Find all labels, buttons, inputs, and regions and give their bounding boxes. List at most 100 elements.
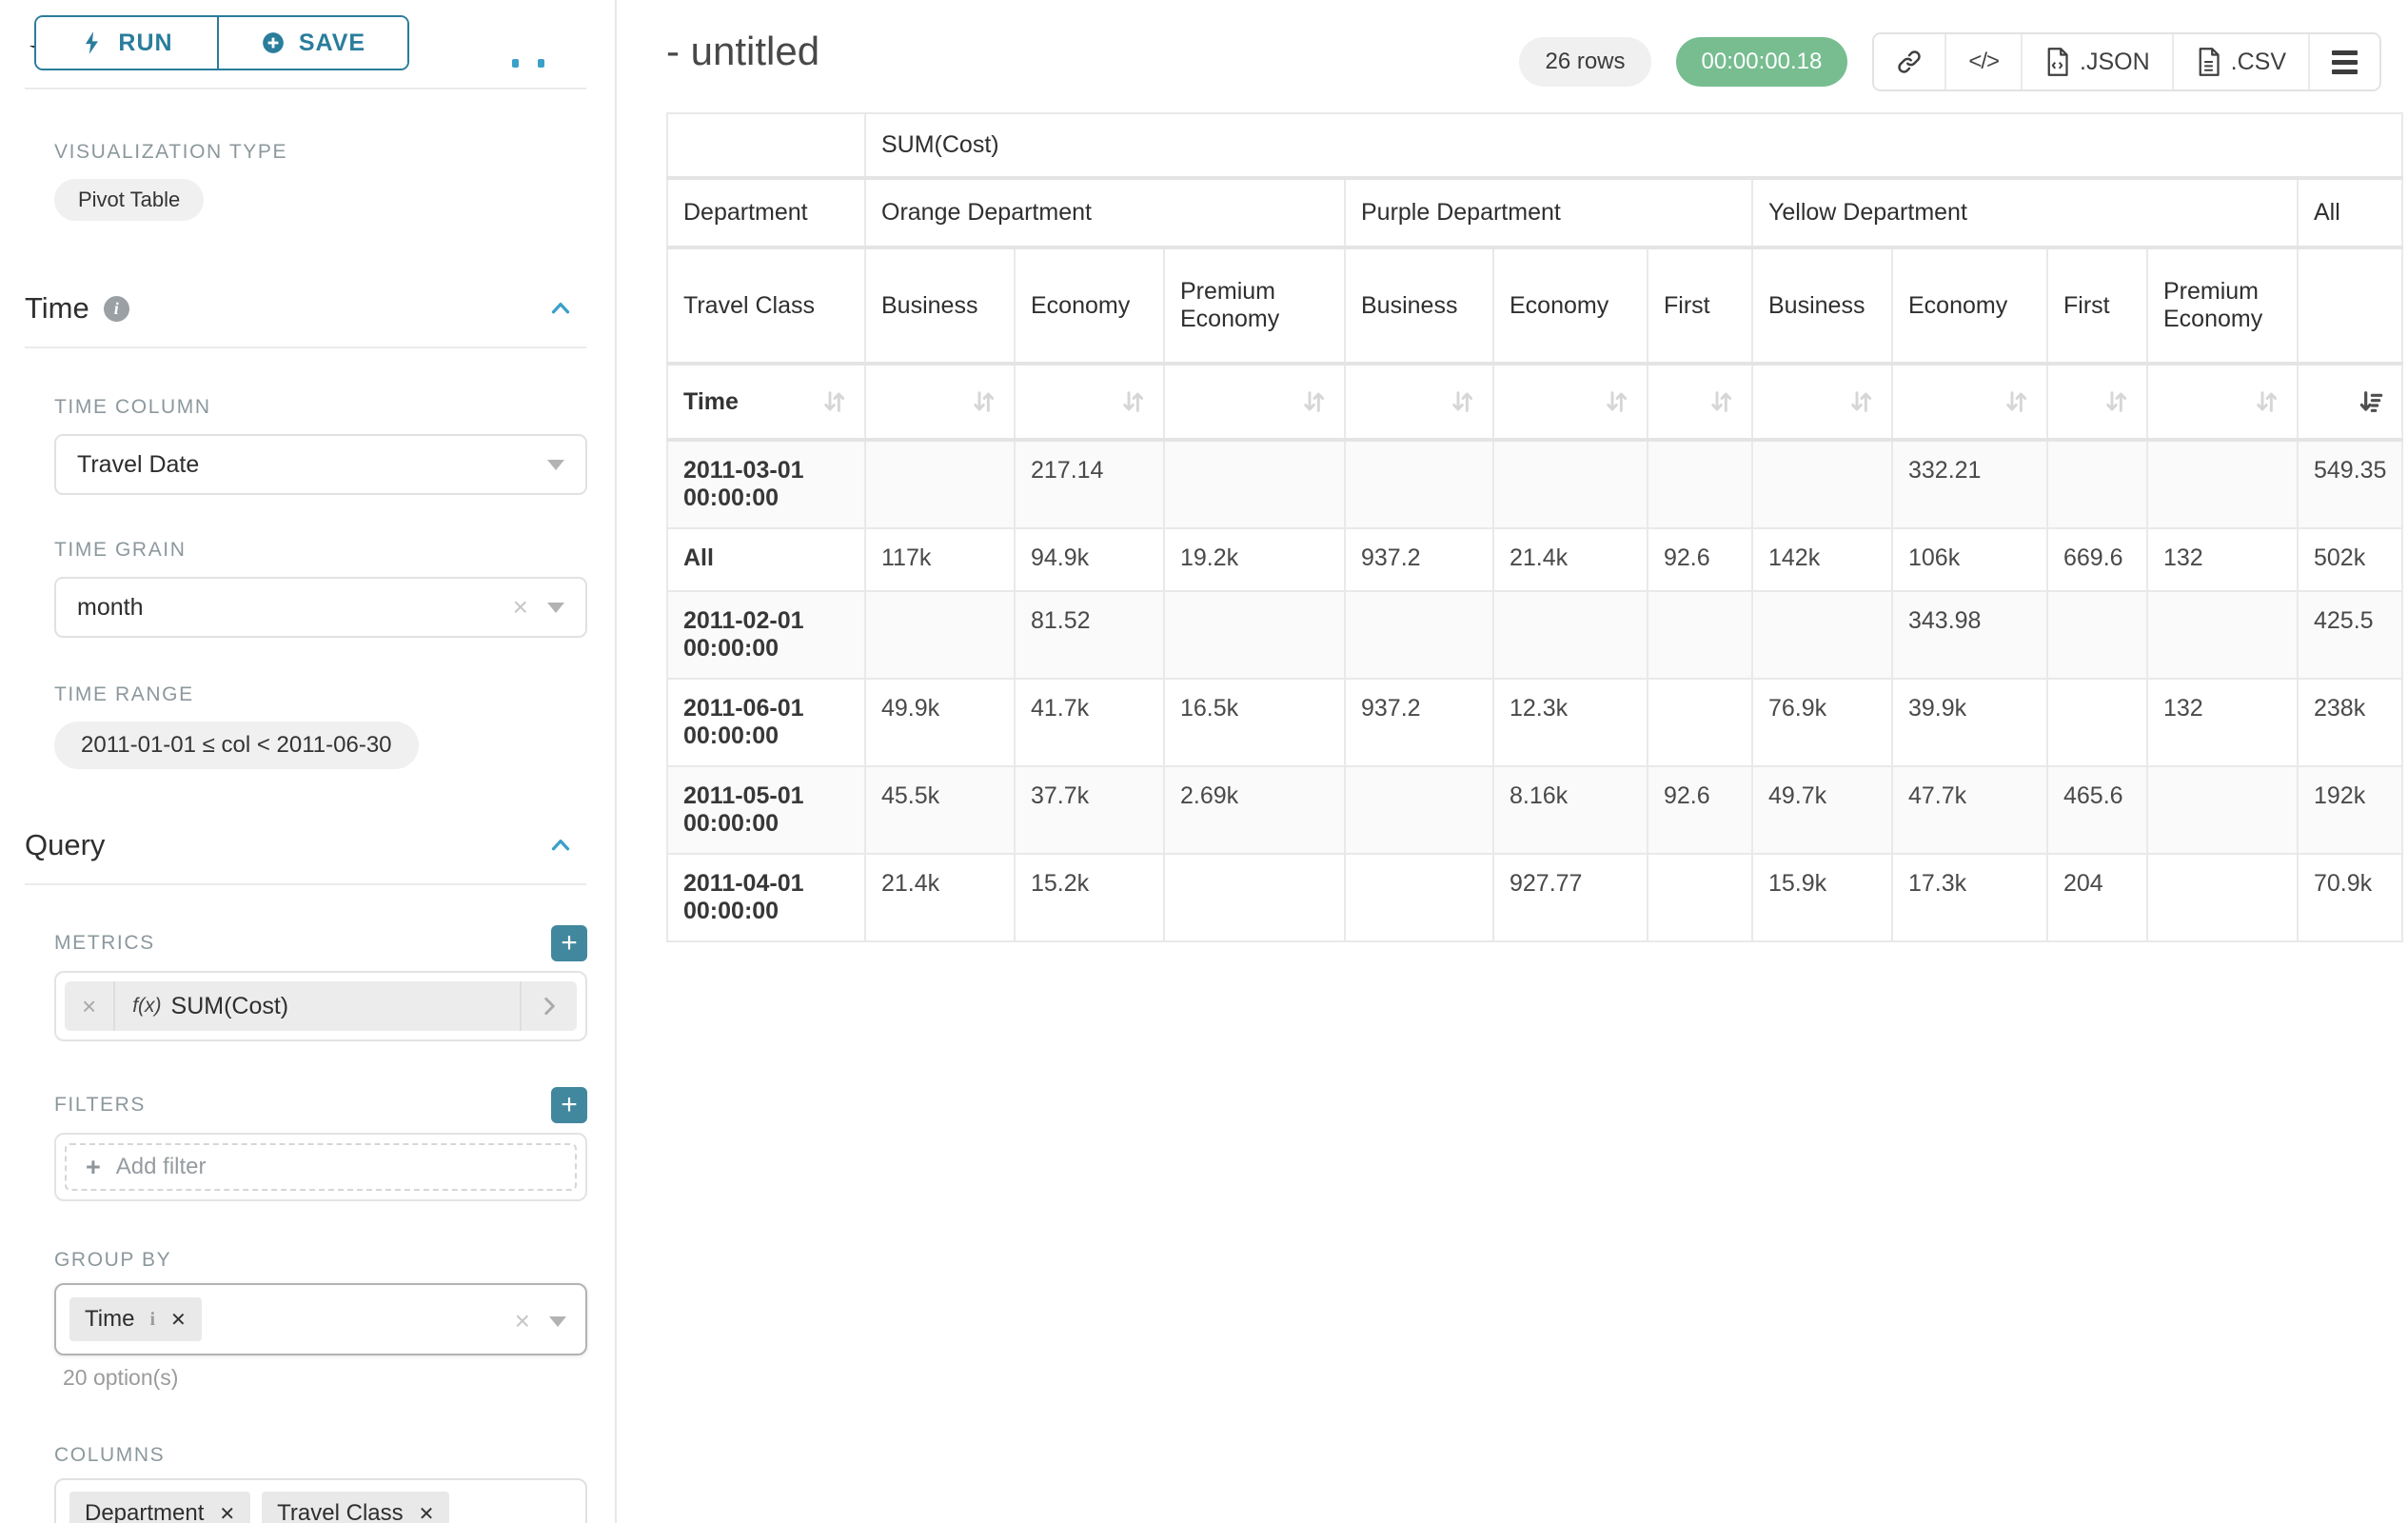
remove-chip-icon[interactable]: ✕ <box>419 1502 435 1523</box>
sort-desc-active-icon <box>2356 386 2386 417</box>
pivot-value-cell: 49.7k <box>1752 766 1892 854</box>
group-by-chip[interactable]: Timei✕ <box>69 1297 202 1341</box>
time-section-title: Time <box>25 291 89 326</box>
sort-column-header[interactable] <box>865 364 1015 440</box>
csv-file-icon <box>2196 48 2221 76</box>
filters-label: FILTERS <box>54 1094 146 1117</box>
control-panel-sidebar: Chart Type RUN SAVE VISUALIZATION TYPE P… <box>0 0 617 1523</box>
time-range-pill[interactable]: 2011-01-01 ≤ col < 2011-06-30 <box>54 722 419 769</box>
group-by-select[interactable]: Timei✕ × <box>54 1283 587 1355</box>
pivot-value-cell: 41.7k <box>1015 679 1164 766</box>
pivot-row-label: 2011-02-01 00:00:00 <box>667 591 865 679</box>
sort-column-header[interactable] <box>1345 364 1493 440</box>
department-group-header: Purple Department <box>1345 178 1752 247</box>
travel-class-header <box>2298 247 2402 364</box>
lightning-icon <box>80 30 105 55</box>
travel-class-header: Economy <box>1493 247 1648 364</box>
pivot-value-cell: 502k <box>2298 528 2402 591</box>
pivot-row: 2011-02-01 00:00:0081.52343.98425.5 <box>667 591 2402 679</box>
sort-column-header[interactable] <box>2047 364 2147 440</box>
remove-chip-icon[interactable]: ✕ <box>219 1502 235 1523</box>
sort-column-header[interactable] <box>1493 364 1648 440</box>
collapse-chevron-icon[interactable] <box>546 831 575 860</box>
pivot-value-cell: 47.7k <box>1892 766 2047 854</box>
pivot-value-cell <box>2047 591 2147 679</box>
remove-metric-icon[interactable]: × <box>65 981 115 1031</box>
add-filter-plus-button[interactable]: + <box>551 1087 587 1123</box>
time-sort-header-cell[interactable]: Time <box>667 364 865 440</box>
visualization-type-pill[interactable]: Pivot Table <box>54 179 204 221</box>
pivot-row-label: 2011-03-01 00:00:00 <box>667 440 865 528</box>
export-json-button[interactable]: .JSON <box>2021 34 2172 89</box>
chevron-down-icon <box>549 1316 566 1327</box>
sort-column-header-active[interactable] <box>2298 364 2402 440</box>
columns-chip[interactable]: Department✕ <box>69 1492 250 1523</box>
chevron-down-icon <box>547 460 564 470</box>
time-section-header[interactable]: Time i <box>25 291 586 326</box>
query-section-header[interactable]: Query <box>25 828 586 862</box>
pivot-value-cell: 132 <box>2147 528 2298 591</box>
pivot-value-cell: 549.35 <box>2298 440 2402 528</box>
pivot-value-cell: 15.2k <box>1015 854 1164 941</box>
pivot-value-cell <box>1752 591 1892 679</box>
columns-chip-label: Travel Class <box>277 1500 403 1523</box>
run-button[interactable]: RUN <box>36 17 217 69</box>
pivot-value-cell: 70.9k <box>2298 854 2402 941</box>
pivot-table: SUM(Cost)DepartmentOrange DepartmentPurp… <box>666 112 2403 942</box>
sort-column-header[interactable] <box>1752 364 1892 440</box>
add-filter-label: Add filter <box>116 1154 207 1180</box>
pivot-corner-cell <box>667 113 865 178</box>
info-icon: i <box>149 1309 155 1331</box>
pivot-value-cell <box>2047 679 2147 766</box>
link-icon <box>1896 49 1923 75</box>
pivot-row: All117k94.9k19.2k937.221.4k92.6142k106k6… <box>667 528 2402 591</box>
travel-class-header: Economy <box>1892 247 2047 364</box>
pivot-row: 2011-04-01 00:00:0021.4k15.2k927.7715.9k… <box>667 854 2402 941</box>
query-section-title: Query <box>25 828 105 862</box>
code-icon: </> <box>1968 49 1999 75</box>
export-csv-button[interactable]: .CSV <box>2172 34 2308 89</box>
pivot-value-cell: 238k <box>2298 679 2402 766</box>
clear-icon[interactable]: × <box>515 1308 530 1335</box>
sort-column-header[interactable] <box>2147 364 2298 440</box>
pivot-value-cell: 2.69k <box>1164 766 1345 854</box>
metric-label: SUM(Cost) <box>171 993 289 1020</box>
sort-column-header[interactable] <box>1015 364 1164 440</box>
time-column-select[interactable]: Travel Date <box>54 434 587 495</box>
pivot-value-cell: 45.5k <box>865 766 1015 854</box>
collapse-chevron-icon[interactable] <box>546 294 575 323</box>
columns-select[interactable]: Department✕Travel Class✕ × <box>54 1478 587 1523</box>
pivot-value-cell: 21.4k <box>1493 528 1648 591</box>
columns-chip[interactable]: Travel Class ✕ <box>262 1492 449 1523</box>
pivot-value-cell <box>1648 679 1752 766</box>
menu-button[interactable] <box>2308 34 2379 89</box>
pivot-value-cell: 81.52 <box>1015 591 1164 679</box>
pivot-value-cell: 142k <box>1752 528 1892 591</box>
pivot-value-cell: 15.9k <box>1752 854 1892 941</box>
metric-header-cell: SUM(Cost) <box>865 113 2402 178</box>
metric-item[interactable]: × f(x) SUM(Cost) <box>65 981 577 1031</box>
clear-icon[interactable]: × <box>513 594 528 621</box>
share-link-button[interactable] <box>1874 34 1944 89</box>
pivot-value-cell: 17.3k <box>1892 854 2047 941</box>
travel-class-header: Business <box>1752 247 1892 364</box>
pivot-value-cell: 92.6 <box>1648 528 1752 591</box>
pivot-value-cell: 937.2 <box>1345 528 1493 591</box>
pivot-value-cell <box>1345 854 1493 941</box>
time-grain-select[interactable]: month × <box>54 577 587 638</box>
sort-column-header[interactable] <box>1648 364 1752 440</box>
chevron-right-icon[interactable] <box>520 981 577 1031</box>
pivot-value-cell <box>1345 766 1493 854</box>
remove-chip-icon[interactable]: ✕ <box>170 1308 187 1332</box>
save-button[interactable]: SAVE <box>217 17 407 69</box>
department-group-header: Orange Department <box>865 178 1345 247</box>
pivot-value-cell: 465.6 <box>2047 766 2147 854</box>
sort-column-header[interactable] <box>1164 364 1345 440</box>
view-query-button[interactable]: </> <box>1944 34 2021 89</box>
pivot-value-cell: 76.9k <box>1752 679 1892 766</box>
add-filter-button[interactable]: + Add filter <box>65 1143 577 1191</box>
travel-class-header: First <box>1648 247 1752 364</box>
sort-icon <box>2001 386 2031 417</box>
sort-column-header[interactable] <box>1892 364 2047 440</box>
add-metric-button[interactable]: + <box>551 925 587 961</box>
